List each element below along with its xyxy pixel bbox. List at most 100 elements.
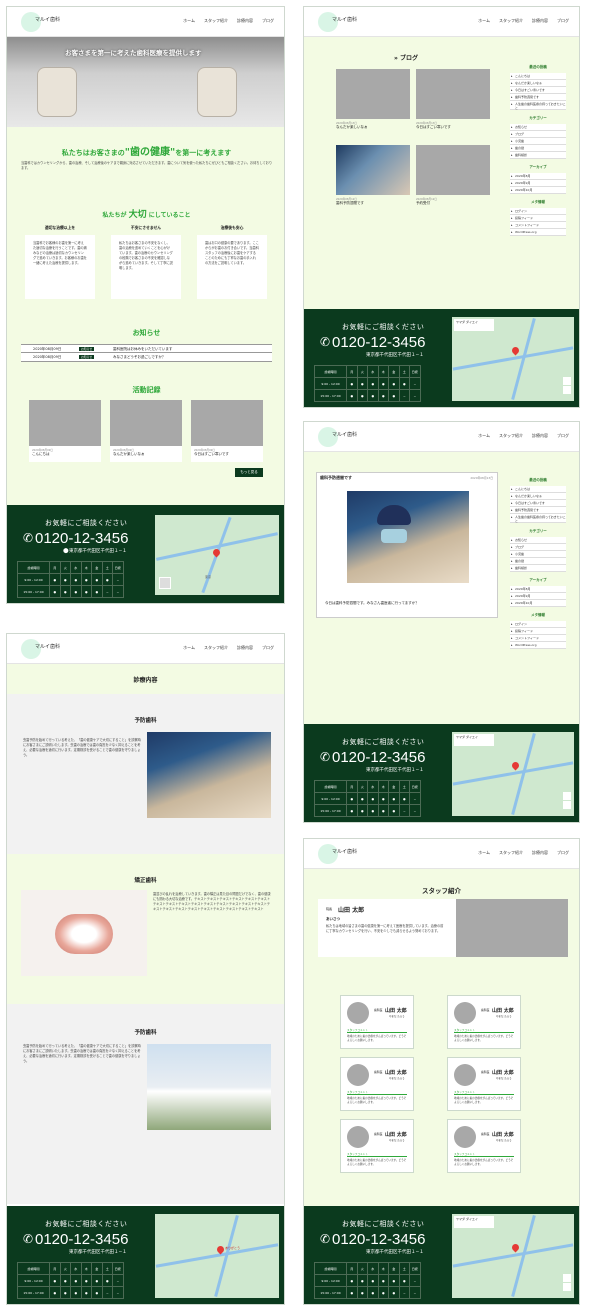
- blog-card[interactable]: 2020年08月12日 予約受付: [416, 145, 490, 211]
- news-list: 2020年08月09日 お知らせ 歯科医院はお休みをいただいています 2020年…: [21, 344, 272, 362]
- nav-home[interactable]: ホーム: [478, 433, 490, 439]
- sidebar-category-item[interactable]: 歯の健: [510, 558, 566, 565]
- sidebar-category-item[interactable]: ブログ: [510, 131, 566, 138]
- activity-title-text: こんにちは: [32, 452, 50, 456]
- logo[interactable]: マルイ歯科: [332, 431, 357, 438]
- sidebar-archive-item[interactable]: 2020年8月: [510, 586, 566, 593]
- nav-services[interactable]: 診療内容: [532, 18, 548, 24]
- sidebar-meta-item[interactable]: 投稿フィード: [510, 215, 566, 222]
- sidebar-meta-item[interactable]: コメントフィード: [510, 222, 566, 229]
- nav-home[interactable]: ホーム: [478, 18, 490, 24]
- nav-home[interactable]: ホーム: [478, 850, 490, 856]
- sidebar-category-item[interactable]: ブログ: [510, 544, 566, 551]
- sidebar-recent-item[interactable]: 人生歯の歯科医療の持っておきたいこと: [510, 101, 566, 110]
- news-item[interactable]: 2020年08月09日 お知らせ 歯科医院はお休みをいただいています: [21, 344, 272, 353]
- phone-icon: ✆: [23, 1232, 34, 1246]
- sidebar-category-item[interactable]: お知らせ: [510, 124, 566, 131]
- nav-blog[interactable]: ブログ: [557, 433, 569, 439]
- blog-card[interactable]: 2020年08月12日 歯科予防週間です: [336, 145, 410, 211]
- staff-card[interactable]: 歯科医 山田 太郎 やまだ たろう スタッフコメント 地域のために歯の治療をがん…: [447, 1057, 521, 1111]
- schedule-table: 診療時間月火水木金土日祝 9:00 - 12:00 ● ● ● ● ● ● − 15:00 -…: [17, 561, 124, 598]
- sidebar-archive-item[interactable]: 2020年9月: [510, 180, 566, 187]
- map-embed[interactable]: ありがとう: [155, 1214, 279, 1298]
- logo[interactable]: マルイ歯科: [35, 16, 60, 23]
- nav-blog[interactable]: ブログ: [262, 18, 274, 24]
- sidebar-recent-item[interactable]: 今日はすごい寒いです: [510, 87, 566, 94]
- nav-services[interactable]: 診療内容: [237, 645, 253, 651]
- zoom-in-button[interactable]: +: [563, 1274, 571, 1282]
- blog-card[interactable]: 2020年08月13日 今日はすごい寒いです: [416, 69, 490, 135]
- sidebar-category-item[interactable]: 歯科検診: [510, 565, 566, 572]
- nav-services[interactable]: 診療内容: [532, 850, 548, 856]
- nav-staff[interactable]: スタッフ紹介: [204, 18, 228, 24]
- staff-card[interactable]: 歯科医 山田 太郎 やまだ たろう スタッフコメント 地域のために歯の治療をがん…: [340, 995, 414, 1049]
- sidebar-recent-item[interactable]: 歯科予防週間です: [510, 94, 566, 101]
- director-photo: [456, 899, 568, 957]
- sidebar-recent-item[interactable]: なんだか楽しいなぁ: [510, 493, 566, 500]
- staff-card[interactable]: 歯科医 山田 太郎 やまだ たろう スタッフコメント 地域のために歯の治療をがん…: [447, 1119, 521, 1173]
- map-embed[interactable]: 東京: [155, 515, 279, 595]
- nav-services[interactable]: 診療内容: [237, 18, 253, 24]
- logo[interactable]: マルイ歯科: [35, 643, 60, 650]
- sidebar-meta-item[interactable]: WordPress.org: [510, 229, 566, 236]
- activity-card[interactable]: 2020年08月09日 今日はすごい寒いです: [191, 400, 263, 462]
- activity-card[interactable]: 2020年08月09日 こんにちは: [29, 400, 101, 462]
- sidebar-recent-item[interactable]: 歯科予防週間です: [510, 507, 566, 514]
- staff-card[interactable]: 歯科医 山田 太郎 やまだ たろう スタッフコメント 地域のために歯の治療をがん…: [340, 1119, 414, 1173]
- sidebar-meta-item[interactable]: 投稿フィード: [510, 628, 566, 635]
- zoom-out-button[interactable]: −: [563, 1283, 571, 1291]
- map-thumb[interactable]: [159, 577, 171, 589]
- staff-card[interactable]: 歯科医 山田 太郎 やまだ たろう スタッフコメント 地域のために歯の治療をがん…: [447, 995, 521, 1049]
- sidebar-recent-item[interactable]: こんにちは: [510, 73, 566, 80]
- news-item[interactable]: 2020年08月09日 お知らせ みなさまどうぞお過ごしですか？: [21, 353, 272, 362]
- sidebar-recent-item[interactable]: なんだか楽しいなぁ: [510, 80, 566, 87]
- logo[interactable]: マルイ歯科: [332, 848, 357, 855]
- sidebar-archive-item[interactable]: 2020年8月: [510, 173, 566, 180]
- sidebar-category-item[interactable]: 小児歯: [510, 551, 566, 558]
- nav-staff[interactable]: スタッフ紹介: [204, 645, 228, 651]
- nav-home[interactable]: ホーム: [183, 18, 195, 24]
- phone-number[interactable]: 0120-12-3456: [332, 334, 425, 351]
- more-button[interactable]: もっと見る: [235, 468, 263, 477]
- zoom-in-button[interactable]: +: [563, 377, 571, 385]
- map-embed[interactable]: ヤマダ ダイエイ + −: [452, 732, 574, 816]
- map-embed[interactable]: ヤマダ ダイエイ + −: [452, 1214, 574, 1298]
- nav-blog[interactable]: ブログ: [262, 645, 274, 651]
- main-title: 私たちはお客さまの"歯の健康"を第一に考えます: [61, 147, 232, 158]
- nav-blog[interactable]: ブログ: [557, 18, 569, 24]
- sidebar-meta-item[interactable]: ログイン: [510, 208, 566, 215]
- sidebar-category-item[interactable]: 歯の健: [510, 145, 566, 152]
- sidebar-category-item[interactable]: 歯科検診: [510, 152, 566, 159]
- phone-number[interactable]: 0120-12-3456: [332, 1231, 425, 1248]
- sidebar-archive-item[interactable]: 2020年10月: [510, 187, 566, 194]
- nav-home[interactable]: ホーム: [183, 645, 195, 651]
- sidebar-recent-item[interactable]: こんにちは: [510, 486, 566, 493]
- phone-number[interactable]: 0120-12-3456: [35, 530, 128, 547]
- address: 東京都千代田区千代田１−１: [366, 1250, 424, 1255]
- sidebar-recent-item[interactable]: 人生歯の歯科医療の持っておきたいこと: [510, 514, 566, 523]
- nav-staff[interactable]: スタッフ紹介: [499, 850, 523, 856]
- activity-card[interactable]: 2020年08月09日 なんだか楽しいなぁ: [110, 400, 182, 462]
- sidebar-archive-item[interactable]: 2020年10月: [510, 600, 566, 607]
- nav-blog[interactable]: ブログ: [557, 850, 569, 856]
- nav-services[interactable]: 診療内容: [532, 433, 548, 439]
- zoom-out-button[interactable]: −: [563, 386, 571, 394]
- dentist-cap: [377, 505, 411, 525]
- sidebar-category-item[interactable]: お知らせ: [510, 537, 566, 544]
- staff-card[interactable]: 歯科医 山田 太郎 やまだ たろう スタッフコメント 地域のために歯の治療をがん…: [340, 1057, 414, 1111]
- phone-number[interactable]: 0120-12-3456: [332, 749, 425, 766]
- nav-staff[interactable]: スタッフ紹介: [499, 18, 523, 24]
- sidebar-meta-item[interactable]: コメントフィード: [510, 635, 566, 642]
- zoom-in-button[interactable]: +: [563, 792, 571, 800]
- blog-card[interactable]: 2020年08月13日 なんだか楽しいなぁ: [336, 69, 410, 135]
- sidebar-archive-item[interactable]: 2020年9月: [510, 593, 566, 600]
- logo[interactable]: マルイ歯科: [332, 16, 357, 23]
- phone-number[interactable]: 0120-12-3456: [35, 1231, 128, 1248]
- nav-staff[interactable]: スタッフ紹介: [499, 433, 523, 439]
- zoom-out-button[interactable]: −: [563, 801, 571, 809]
- sidebar-meta-item[interactable]: ログイン: [510, 621, 566, 628]
- sidebar-recent-item[interactable]: 今日はすごい寒いです: [510, 500, 566, 507]
- map-embed[interactable]: ヤマダ ダイエイ + −: [452, 317, 574, 401]
- sidebar-meta-item[interactable]: WordPress.org: [510, 642, 566, 649]
- sidebar-category-item[interactable]: 小児歯: [510, 138, 566, 145]
